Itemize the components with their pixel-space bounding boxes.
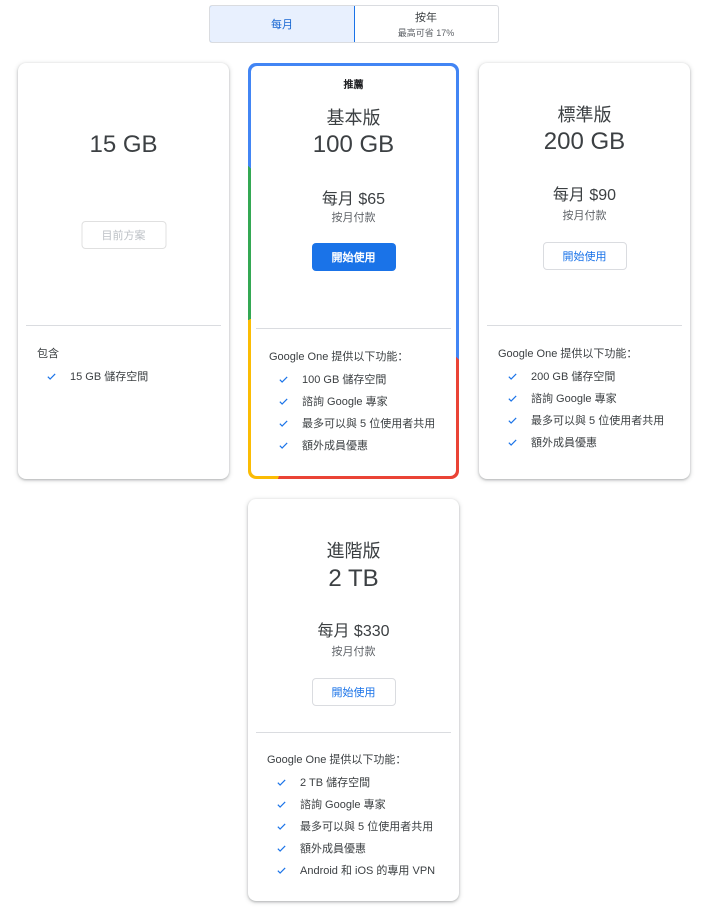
plan-name: 標準版 (557, 105, 612, 125)
plan-price: 每月 $90 (552, 187, 617, 204)
monthly-label: 每月 (271, 19, 293, 31)
divider (256, 732, 451, 733)
feature-item: 100 GB 儲存空間 (276, 368, 435, 390)
yearly-label: 按年 (415, 12, 437, 24)
billing-note: 按月付款 (562, 210, 607, 222)
plan-size: 2 TB (328, 565, 379, 592)
feature-item: 最多可以與 5 位使用者共用 (276, 412, 435, 434)
feature-label: 15 GB 儲存空間 (70, 371, 149, 383)
feature-list: 100 GB 儲存空間 諮詢 Google 專家 最多可以與 5 位使用者共用 … (276, 368, 435, 456)
billing-note: 按月付款 (331, 646, 376, 658)
check-icon (274, 797, 288, 811)
plan-card-free: 15 GB 目前方案 包含 15 GB 儲存空間 (18, 63, 229, 479)
recommended-badge: 推薦 (343, 80, 364, 91)
feature-item: Android 和 iOS 的專用 VPN (274, 859, 435, 881)
features-title: Google One 提供以下功能： (267, 754, 407, 766)
check-icon (505, 391, 519, 405)
check-icon (505, 369, 519, 383)
current-plan-button: 目前方案 (81, 221, 166, 249)
feature-label: 最多可以與 5 位使用者共用 (302, 418, 436, 430)
features-title: 包含 (37, 348, 59, 360)
check-icon (274, 775, 288, 789)
feature-list: 2 TB 儲存空間 諮詢 Google 專家 最多可以與 5 位使用者共用 額外… (274, 771, 435, 881)
plan-size: 100 GB (312, 131, 395, 158)
check-icon (276, 372, 290, 386)
check-icon (276, 438, 290, 452)
billing-note: 按月付款 (331, 212, 376, 224)
feature-label: 2 TB 儲存空間 (300, 777, 371, 789)
get-started-button[interactable]: 開始使用 (542, 242, 627, 270)
get-started-button[interactable]: 開始使用 (311, 678, 396, 706)
plan-name: 進階版 (326, 541, 381, 561)
feature-label: 諮詢 Google 專家 (302, 396, 388, 408)
yearly-savings-note: 最高可省 17% (397, 28, 455, 38)
check-icon (274, 863, 288, 877)
feature-item: 諮詢 Google 專家 (505, 387, 664, 409)
plan-price: 每月 $65 (321, 191, 386, 208)
feature-label: 最多可以與 5 位使用者共用 (531, 415, 665, 427)
feature-item: 諮詢 Google 專家 (276, 390, 435, 412)
feature-item: 諮詢 Google 專家 (274, 793, 435, 815)
yearly-option[interactable]: 按年 最高可省 17% (354, 6, 498, 42)
features-title: Google One 提供以下功能： (269, 351, 409, 363)
feature-label: 額外成員優惠 (302, 440, 368, 452)
feature-item: 額外成員優惠 (274, 837, 435, 859)
feature-list: 200 GB 儲存空間 諮詢 Google 專家 最多可以與 5 位使用者共用 … (505, 365, 664, 453)
feature-label: 最多可以與 5 位使用者共用 (300, 821, 434, 833)
feature-label: 諮詢 Google 專家 (531, 393, 617, 405)
plan-card-basic: 推薦 基本版 100 GB 每月 $65 按月付款 開始使用 Google On… (248, 63, 459, 479)
features-title: Google One 提供以下功能： (498, 348, 638, 360)
check-icon (44, 369, 58, 383)
monthly-option[interactable]: 每月 (210, 6, 355, 42)
feature-item: 額外成員優惠 (276, 434, 435, 456)
divider (26, 325, 221, 326)
check-icon (505, 435, 519, 449)
check-icon (505, 413, 519, 427)
check-icon (276, 416, 290, 430)
divider (487, 325, 682, 326)
plan-card-advanced: 進階版 2 TB 每月 $330 按月付款 開始使用 Google One 提供… (248, 499, 459, 901)
feature-item: 200 GB 儲存空間 (505, 365, 664, 387)
feature-item: 最多可以與 5 位使用者共用 (274, 815, 435, 837)
plan-size: 15 GB (89, 131, 158, 158)
feature-label: 額外成員優惠 (531, 437, 597, 449)
plan-card-standard: 標準版 200 GB 每月 $90 按月付款 開始使用 Google One 提… (479, 63, 690, 479)
feature-label: 200 GB 儲存空間 (531, 371, 616, 383)
feature-list: 15 GB 儲存空間 (44, 365, 148, 387)
feature-label: 100 GB 儲存空間 (302, 374, 387, 386)
feature-item: 額外成員優惠 (505, 431, 664, 453)
feature-item: 2 TB 儲存空間 (274, 771, 435, 793)
feature-label: Android 和 iOS 的專用 VPN (300, 865, 436, 877)
billing-period-toggle: 每月 按年 最高可省 17% (209, 5, 499, 43)
plan-price: 每月 $330 (317, 623, 390, 640)
get-started-button[interactable]: 開始使用 (311, 243, 396, 271)
plan-size: 200 GB (543, 128, 626, 155)
divider (256, 328, 451, 329)
feature-item: 15 GB 儲存空間 (44, 365, 148, 387)
check-icon (276, 394, 290, 408)
feature-label: 諮詢 Google 專家 (300, 799, 386, 811)
plan-name: 基本版 (326, 108, 381, 128)
feature-item: 最多可以與 5 位使用者共用 (505, 409, 664, 431)
feature-label: 額外成員優惠 (300, 843, 366, 855)
card-inner: 推薦 基本版 100 GB 每月 $65 按月付款 開始使用 Google On… (251, 66, 456, 476)
check-icon (274, 841, 288, 855)
check-icon (274, 819, 288, 833)
